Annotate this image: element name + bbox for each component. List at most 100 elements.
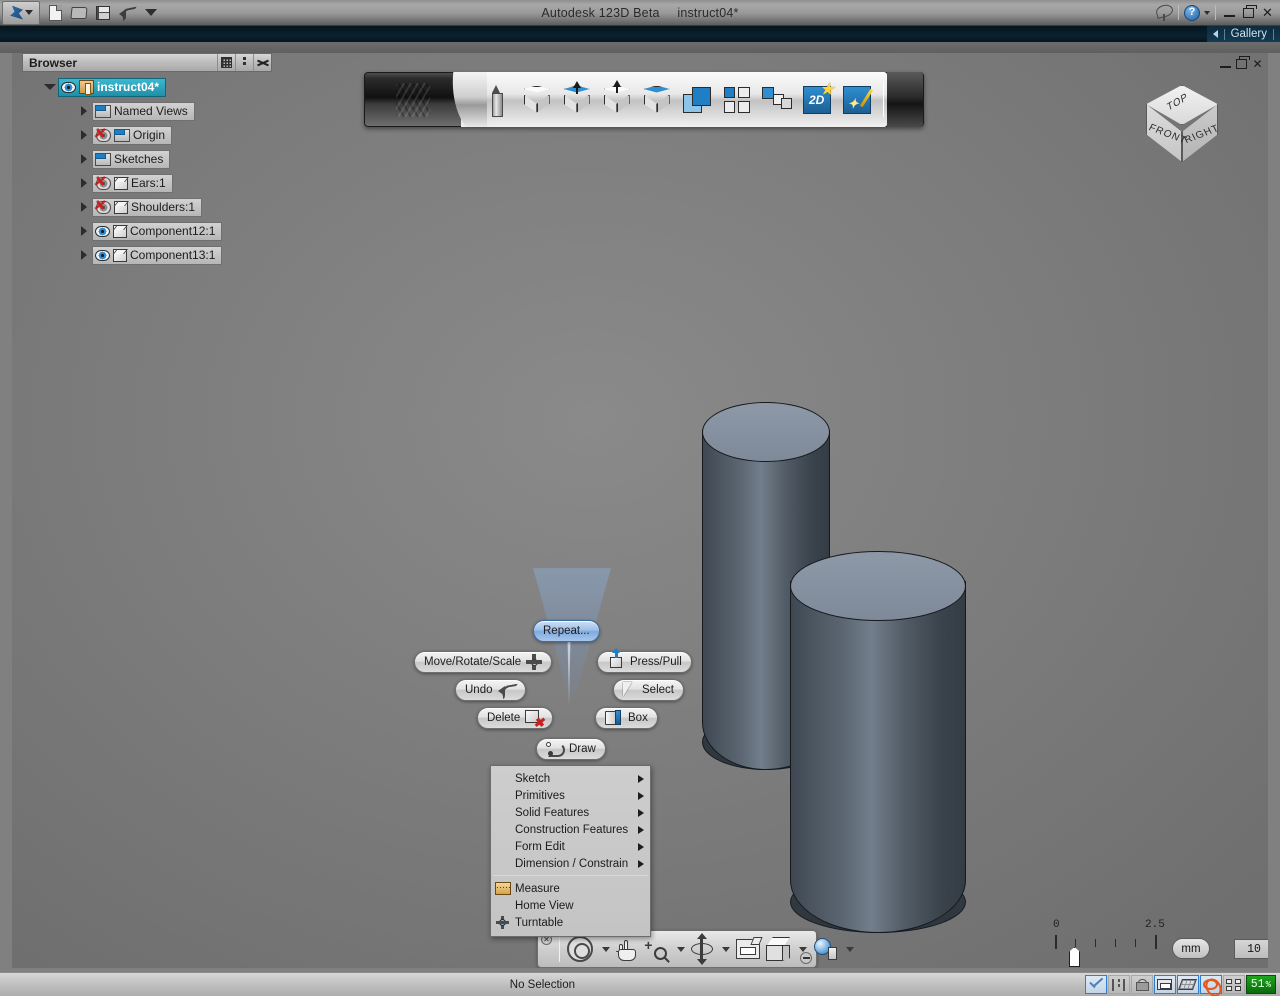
orbit-button[interactable] [689, 934, 715, 964]
dimension-toggle[interactable] [1154, 975, 1176, 994]
expand-toggle[interactable] [78, 225, 90, 237]
tree-row-component13[interactable]: Component13:1 [22, 245, 272, 265]
marking-menu-repeat[interactable]: Repeat... [533, 620, 600, 642]
2d-sketch-tool[interactable]: 2D★ [800, 80, 834, 120]
tree-node-root[interactable]: instruct04* [58, 78, 166, 97]
undo-button[interactable] [115, 2, 139, 24]
snap-toggle[interactable] [1085, 975, 1107, 994]
3d-viewport[interactable]: ✕ Browser [12, 53, 1268, 968]
fit-view-button[interactable] [734, 934, 762, 964]
pan-button[interactable] [614, 934, 640, 964]
document-close-button[interactable]: ✕ [1251, 57, 1264, 70]
tree-row-component12[interactable]: Component12:1 [22, 221, 272, 241]
expand-toggle[interactable] [78, 177, 90, 189]
combine-tool[interactable] [680, 80, 714, 120]
browser-close-button[interactable] [253, 54, 271, 71]
navbar-collapse-button[interactable] [800, 952, 812, 964]
tree-node-ears[interactable]: Ears:1 [92, 174, 173, 193]
view-cube[interactable]: TOP FRONT RIGHT [1134, 85, 1230, 181]
marking-menu-press-pull[interactable]: Press/Pull [597, 651, 692, 673]
tree-row-root[interactable]: instruct04* [22, 77, 272, 97]
expand-toggle[interactable] [78, 153, 90, 165]
gallery-tab[interactable]: Gallery [1207, 26, 1280, 42]
cylinder-2[interactable] [790, 551, 966, 933]
window-toggle[interactable] [1223, 975, 1245, 994]
restore-window-button[interactable] [1240, 3, 1257, 23]
marking-menu-move-rotate-scale[interactable]: Move/Rotate/Scale [414, 651, 552, 673]
broadcast-icon[interactable] [1155, 5, 1173, 21]
close-window-button[interactable]: ✕ [1259, 3, 1276, 23]
customize-qat-button[interactable] [139, 2, 163, 24]
steering-wheel-dropdown[interactable] [597, 934, 612, 964]
visibility-eye-icon[interactable] [61, 82, 76, 93]
tree-row-origin[interactable]: Origin [22, 125, 272, 145]
visibility-eye-icon[interactable] [95, 250, 110, 261]
marking-menu-draw[interactable]: Draw [536, 738, 606, 760]
viewcube-button[interactable] [764, 934, 792, 964]
press-pull-tool[interactable] [560, 80, 594, 120]
primitives-cube-tool[interactable] [520, 80, 554, 120]
battery-indicator[interactable]: 51% [1246, 975, 1276, 994]
display-style-button[interactable] [811, 934, 839, 964]
tree-node-component13[interactable]: Component13:1 [92, 246, 222, 265]
steering-wheel-button[interactable] [565, 934, 595, 964]
browser-keypad-button[interactable] [217, 54, 235, 71]
grid-toggle[interactable] [1177, 975, 1199, 994]
visibility-hidden-icon[interactable] [95, 201, 111, 213]
display-style-dropdown[interactable] [841, 934, 856, 964]
constraint-toggle[interactable] [1108, 975, 1130, 994]
orbit-toggle[interactable] [1200, 975, 1222, 994]
app-logo-button[interactable] [2, 1, 40, 25]
tree-row-sketches[interactable]: Sketches [22, 149, 272, 169]
expand-toggle[interactable] [78, 249, 90, 261]
context-menu-item-primitives[interactable]: Primitives [491, 787, 650, 804]
tree-node-shoulders[interactable]: Shoulders:1 [92, 198, 202, 217]
expand-toggle[interactable] [78, 129, 90, 141]
ruler-slider-handle[interactable] [1069, 947, 1080, 967]
tree-row-named-views[interactable]: Named Views [22, 101, 272, 121]
orbit-dropdown[interactable] [717, 934, 732, 964]
minimize-window-button[interactable] [1221, 3, 1238, 23]
ruler-unit-button[interactable]: mm [1172, 938, 1210, 959]
document-minimize-button[interactable] [1219, 57, 1232, 70]
visibility-eye-icon[interactable] [95, 226, 110, 237]
transform-tool[interactable] [600, 80, 634, 120]
tree-row-ears[interactable]: Ears:1 [22, 173, 272, 193]
browser-options-button[interactable] [235, 54, 253, 71]
context-menu-item-dimension-constrain[interactable]: Dimension / Constrain [491, 855, 650, 872]
context-menu-item-sketch[interactable]: Sketch [491, 770, 650, 787]
context-menu-item-measure[interactable]: Measure [491, 880, 650, 897]
help-dropdown-icon[interactable] [1204, 11, 1210, 15]
pattern-tool[interactable] [760, 80, 794, 120]
tree-node-origin[interactable]: Origin [92, 126, 172, 145]
context-menu-item-form-edit[interactable]: Form Edit [491, 838, 650, 855]
open-button[interactable] [67, 2, 91, 24]
help-icon[interactable]: ? [1184, 5, 1200, 21]
visibility-hidden-icon[interactable] [95, 177, 111, 189]
expand-toggle[interactable] [78, 201, 90, 213]
grid-snap-tool[interactable] [720, 80, 754, 120]
context-menu-item-construction-features[interactable]: Construction Features [491, 821, 650, 838]
zoom-dropdown[interactable] [672, 934, 687, 964]
marking-menu-select[interactable]: Select [613, 679, 684, 701]
tree-node-named-views[interactable]: Named Views [92, 102, 195, 121]
marking-menu-box[interactable]: Box [595, 707, 658, 729]
123d-logo-icon[interactable] [396, 83, 430, 117]
modify-tool[interactable] [640, 80, 674, 120]
tree-row-shoulders[interactable]: Shoulders:1 [22, 197, 272, 217]
tree-node-component12[interactable]: Component12:1 [92, 222, 222, 241]
context-menu-item-turntable[interactable]: Turntable [491, 914, 650, 931]
context-menu-item-solid-features[interactable]: Solid Features [491, 804, 650, 821]
zoom-button[interactable]: + [642, 934, 670, 964]
expand-toggle-root[interactable] [44, 81, 56, 93]
materials-tool[interactable]: ✦ [840, 80, 874, 120]
marking-menu-delete[interactable]: Delete ✖ [477, 707, 553, 729]
save-button[interactable] [91, 2, 115, 24]
marking-menu-undo[interactable]: Undo [455, 679, 526, 701]
ruler-zoom-field[interactable]: 10 [1234, 939, 1268, 959]
document-restore-button[interactable] [1235, 57, 1248, 70]
expand-toggle[interactable] [78, 105, 90, 117]
lock-toggle[interactable] [1131, 975, 1153, 994]
tree-node-sketches[interactable]: Sketches [92, 150, 170, 169]
new-document-button[interactable] [43, 2, 67, 24]
